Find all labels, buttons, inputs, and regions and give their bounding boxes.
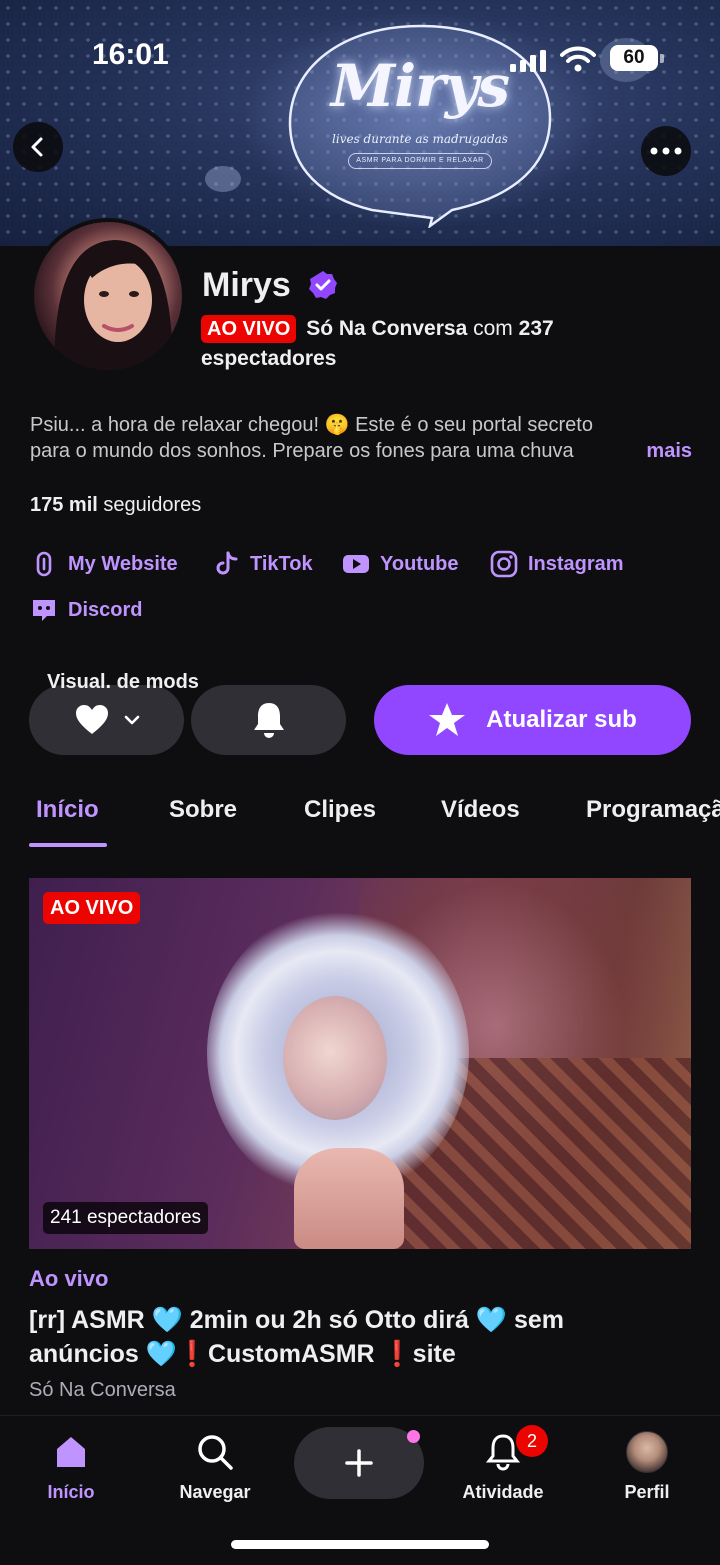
tab-sobre[interactable]: Sobre xyxy=(169,796,237,824)
bell-icon xyxy=(486,1434,520,1471)
nav-browse[interactable]: Navegar xyxy=(160,1428,270,1503)
viewer-count-overlay: 241 espectadores xyxy=(43,1202,209,1234)
discord-icon xyxy=(33,600,55,621)
description-line: Psiu... a hora de relaxar chegou! 🤫 Este… xyxy=(30,414,593,436)
link-label: Discord xyxy=(68,598,143,621)
notifications-button[interactable] xyxy=(191,685,346,755)
avatar-illustration xyxy=(54,240,173,370)
banner-bubble-decoration xyxy=(205,166,241,192)
instagram-icon xyxy=(490,550,518,578)
chevron-down-icon xyxy=(124,715,139,725)
banner-subtitle: ASMR PARA DORMIR E RELAXAR xyxy=(348,153,492,169)
channel-avatar[interactable] xyxy=(30,218,186,374)
banner-tagline: lives durante as madrugadas xyxy=(332,132,508,146)
youtube-icon xyxy=(343,555,369,573)
live-category: Só Na Conversa xyxy=(306,317,468,340)
link-label: Youtube xyxy=(380,552,459,575)
link-discord[interactable]: Discord xyxy=(30,596,142,624)
link-tiktok[interactable]: TikTok xyxy=(212,550,313,578)
stream-title-line: [rr] ASMR 🩵 2min ou 2h só Otto dirá 🩵 se… xyxy=(29,1306,564,1334)
stream-title-line: anúncios 🩵❗CustomASMR ❗site xyxy=(29,1340,456,1368)
back-button[interactable] xyxy=(13,122,63,172)
live-badge: AO VIVO xyxy=(43,892,141,924)
channel-banner: Mirys lives durante as madrugadas ASMR P… xyxy=(0,0,720,246)
followers-count: 175 mil seguidores xyxy=(30,494,201,517)
active-tab-indicator xyxy=(29,843,107,847)
link-youtube[interactable]: Youtube xyxy=(342,550,459,578)
live-status[interactable]: AO VIVO Só Na Conversa com 237 espectado… xyxy=(201,314,701,374)
verified-badge-icon xyxy=(309,271,337,299)
tab-clipes[interactable]: Clipes xyxy=(304,796,376,824)
followers-label: seguidores xyxy=(103,494,202,516)
tab-videos[interactable]: Vídeos xyxy=(441,796,520,824)
stream-title[interactable]: [rr] ASMR 🩵 2min ou 2h só Otto dirá 🩵 se… xyxy=(29,1303,699,1371)
home-indicator xyxy=(231,1540,489,1549)
stream-category[interactable]: Só Na Conversa xyxy=(29,1379,176,1402)
thumbnail-hand xyxy=(294,1148,404,1249)
nav-label: Perfil xyxy=(624,1482,670,1502)
channel-tabs: Início Sobre Clipes Vídeos Programação xyxy=(0,790,720,850)
status-time: 16:01 xyxy=(92,38,169,71)
link-my-website[interactable]: My Website xyxy=(30,550,178,578)
battery-indicator: 60 xyxy=(610,45,658,71)
link-label: Instagram xyxy=(528,552,624,575)
heart-icon xyxy=(75,705,108,734)
link-label: My Website xyxy=(68,552,178,575)
thumbnail-ear xyxy=(283,996,387,1120)
channel-name: Mirys xyxy=(202,266,291,304)
bell-icon xyxy=(253,703,284,738)
nav-label: Início xyxy=(47,1482,95,1502)
battery-tip xyxy=(660,54,664,63)
link-instagram[interactable]: Instagram xyxy=(490,550,624,578)
nav-profile[interactable]: Perfil xyxy=(592,1428,702,1503)
with-text: com xyxy=(473,317,513,340)
live-badge: AO VIVO xyxy=(201,315,297,343)
notification-count-badge: 2 xyxy=(516,1425,548,1457)
banner-logo: Mirys xyxy=(330,52,510,120)
stream-thumbnail[interactable]: AO VIVO 241 espectadores xyxy=(29,878,691,1249)
search-icon xyxy=(198,1435,233,1470)
more-horizontal-icon xyxy=(650,147,682,155)
nav-home[interactable]: Início xyxy=(16,1428,126,1503)
description-line: para o mundo dos sonhos. Prepare os fone… xyxy=(30,440,574,462)
link-icon xyxy=(36,551,52,577)
avatar xyxy=(626,1431,668,1473)
cellular-signal-icon xyxy=(510,50,546,72)
more-options-button[interactable] xyxy=(641,126,691,176)
subscribe-label: Atualizar sub xyxy=(486,706,637,733)
tab-programacao[interactable]: Programação xyxy=(586,796,720,824)
star-icon xyxy=(429,703,466,736)
viewers-label: espectadores xyxy=(201,347,337,370)
plus-icon xyxy=(345,1449,373,1477)
home-icon xyxy=(57,1437,85,1467)
wifi-icon xyxy=(560,46,596,72)
tiktok-icon xyxy=(216,551,238,575)
nav-label: Navegar xyxy=(179,1482,251,1502)
tab-inicio[interactable]: Início xyxy=(36,796,99,824)
more-link[interactable]: mais xyxy=(646,438,692,464)
followers-number: 175 mil xyxy=(30,494,98,516)
create-button[interactable] xyxy=(294,1427,424,1499)
section-label: Ao vivo xyxy=(29,1266,109,1291)
chevron-left-icon xyxy=(31,137,43,157)
create-indicator-dot xyxy=(407,1430,420,1443)
subscribe-button[interactable]: Atualizar sub xyxy=(374,685,691,755)
follow-button[interactable] xyxy=(29,685,184,755)
channel-description: Psiu... a hora de relaxar chegou! 🤫 Este… xyxy=(30,412,692,464)
status-icons: 60 xyxy=(508,44,668,74)
nav-label: Atividade xyxy=(462,1482,544,1502)
mod-view-label: Visual. de mods xyxy=(47,671,199,693)
viewer-count: 237 xyxy=(518,317,554,340)
link-label: TikTok xyxy=(250,552,313,575)
